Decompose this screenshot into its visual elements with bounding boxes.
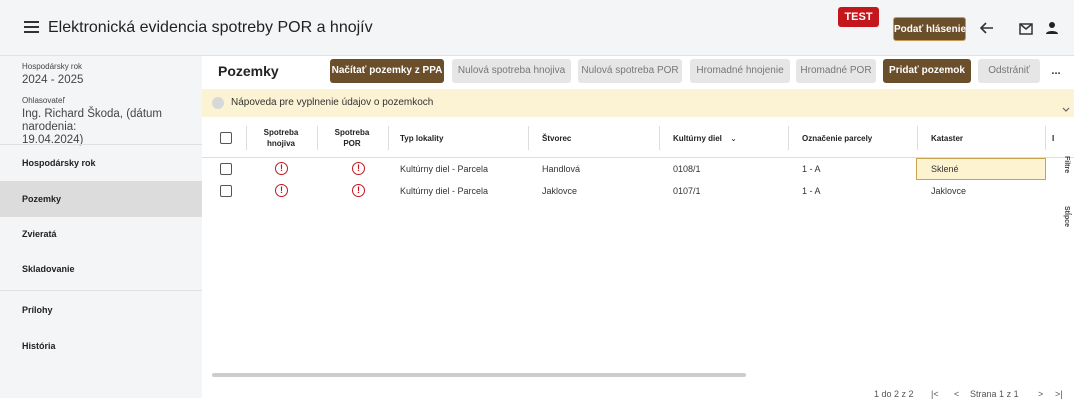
menu-icon[interactable] bbox=[24, 21, 39, 33]
select-all-checkbox[interactable] bbox=[220, 132, 232, 144]
warning-icon: ! bbox=[352, 184, 365, 197]
cell-square: Jaklovce bbox=[542, 186, 578, 196]
load-from-ppa-button[interactable]: Načítať pozemky z PPA bbox=[330, 59, 444, 83]
bulk-fertilization-button[interactable]: Hromadné hnojenie bbox=[690, 59, 790, 83]
warning-icon: ! bbox=[352, 162, 365, 175]
row-checkbox[interactable] bbox=[220, 185, 232, 197]
table-header: Spotreba hnojiva Spotreba POR Typ lokali… bbox=[202, 118, 1074, 158]
cell-locality-type: Kultúrny diel - Parcela bbox=[400, 186, 489, 196]
col-header-por-line-1: Spotreba bbox=[334, 128, 370, 137]
year-value: 2024 - 2025 bbox=[22, 74, 84, 86]
first-page-icon[interactable]: |< bbox=[931, 388, 939, 400]
bulk-por-button[interactable]: Hromadné POR bbox=[796, 59, 876, 83]
cell-cadastre: Sklené bbox=[931, 164, 959, 174]
reporter-label: Ohlasovateľ bbox=[22, 96, 65, 105]
sidebar-item-zvierata[interactable]: Zvieratá bbox=[0, 216, 202, 252]
next-page-icon[interactable]: > bbox=[1038, 388, 1043, 400]
col-header-truncated[interactable]: I bbox=[1052, 133, 1054, 144]
col-header-por[interactable]: Spotreba POR bbox=[317, 127, 387, 149]
zero-por-button[interactable]: Nulová spotreba POR bbox=[578, 59, 682, 83]
sidebar-divider bbox=[0, 290, 202, 291]
column-separator bbox=[1045, 126, 1046, 150]
sort-desc-icon[interactable]: ⌄ bbox=[730, 134, 737, 143]
sidebar-item-hospodarsky-rok[interactable]: Hospodársky rok bbox=[0, 145, 202, 181]
cell-culture-part: 0108/1 bbox=[673, 164, 701, 174]
cell-parcel-id: 1 - A bbox=[802, 186, 821, 196]
filters-tab[interactable]: Filtre bbox=[1063, 156, 1070, 173]
cell-parcel-id: 1 - A bbox=[802, 164, 821, 174]
cell-culture-part: 0107/1 bbox=[673, 186, 701, 196]
column-separator bbox=[917, 126, 918, 150]
filters-tab-label: Filtre bbox=[1063, 156, 1070, 174]
col-header-culture-part-label: Kultúrny diel bbox=[673, 134, 722, 143]
top-bar: Elektronická evidencia spotreby POR a hn… bbox=[0, 0, 1074, 56]
add-parcel-button[interactable]: Pridať pozemok bbox=[883, 59, 971, 83]
app-title: Elektronická evidencia spotreby POR a hn… bbox=[48, 19, 373, 36]
reporter-value-line-1: Ing. Richard Škoda, (dátum narodenia: bbox=[22, 108, 162, 133]
col-header-square[interactable]: Štvorec bbox=[542, 133, 571, 144]
info-icon bbox=[212, 97, 224, 109]
warning-icon: ! bbox=[275, 162, 288, 175]
help-panel[interactable]: Nápoveda pre vyplnenie údajov o pozemkoc… bbox=[202, 89, 1074, 117]
sidebar-item-pozemky[interactable]: Pozemky bbox=[0, 181, 202, 217]
table-row[interactable]: ! ! Kultúrny diel - Parcela Jaklovce 010… bbox=[202, 180, 1074, 202]
col-header-fertilizer-line-1: Spotreba bbox=[263, 128, 299, 137]
col-header-fertilizer-line-2: hnojiva bbox=[266, 139, 295, 148]
zero-fertilizer-button[interactable]: Nulová spotreba hnojiva bbox=[452, 59, 571, 83]
col-header-culture-part[interactable]: Kultúrny diel ⌄ bbox=[673, 133, 737, 144]
column-separator bbox=[788, 126, 789, 150]
col-header-fertilizer[interactable]: Spotreba hnojiva bbox=[246, 127, 316, 149]
horizontal-scrollbar[interactable] bbox=[212, 373, 746, 377]
sidebar-item-historia[interactable]: História bbox=[0, 328, 202, 364]
user-icon[interactable] bbox=[1046, 21, 1058, 35]
page-title: Pozemky bbox=[218, 63, 279, 79]
column-separator bbox=[659, 126, 660, 150]
col-header-parcel-id[interactable]: Označenie parcely bbox=[802, 133, 872, 144]
col-header-por-line-2: POR bbox=[343, 139, 361, 148]
column-separator bbox=[528, 126, 529, 150]
page-indicator: Strana 1 z 1 bbox=[970, 388, 1019, 400]
back-arrow-icon[interactable] bbox=[979, 21, 994, 35]
table-row[interactable]: ! ! Kultúrny diel - Parcela Handlová 010… bbox=[202, 158, 1074, 180]
columns-tab-label: Stĺpce bbox=[1063, 206, 1070, 228]
row-checkbox[interactable] bbox=[220, 163, 232, 175]
warning-icon: ! bbox=[275, 184, 288, 197]
submit-report-button[interactable]: Podať hlásenie bbox=[893, 17, 966, 41]
prev-page-icon[interactable]: < bbox=[954, 388, 959, 400]
test-badge: TEST bbox=[838, 7, 879, 27]
sidebar: Hospodársky rok 2024 - 2025 Ohlasovateľ … bbox=[0, 56, 202, 398]
last-page-icon[interactable]: >| bbox=[1055, 388, 1063, 400]
cell-locality-type: Kultúrny diel - Parcela bbox=[400, 164, 489, 174]
columns-tab[interactable]: Stĺpce bbox=[1063, 206, 1070, 227]
mail-icon[interactable] bbox=[1019, 22, 1033, 35]
remove-button[interactable]: Odstrániť bbox=[978, 59, 1040, 83]
col-header-cadastre[interactable]: Kataster bbox=[931, 133, 963, 144]
help-text: Nápoveda pre vyplnenie údajov o pozemkoc… bbox=[231, 97, 434, 108]
sidebar-item-skladovanie[interactable]: Skladovanie bbox=[0, 251, 202, 287]
col-header-locality-type[interactable]: Typ lokality bbox=[400, 133, 443, 144]
year-label: Hospodársky rok bbox=[22, 62, 83, 71]
column-separator bbox=[388, 126, 389, 150]
chevron-down-icon[interactable] bbox=[1062, 100, 1070, 118]
reporter-value: Ing. Richard Škoda, (dátum narodenia: 19… bbox=[22, 108, 202, 147]
cell-cadastre: Jaklovce bbox=[931, 186, 967, 196]
main-content: Pozemky Načítať pozemky z PPA Nulová spo… bbox=[202, 56, 1074, 400]
cell-square: Handlová bbox=[542, 164, 581, 174]
pagination-range: 1 do 2 z 2 bbox=[874, 389, 914, 399]
more-actions-button[interactable]: ... bbox=[1044, 59, 1068, 83]
sidebar-item-prilohy[interactable]: Prílohy bbox=[0, 292, 202, 328]
